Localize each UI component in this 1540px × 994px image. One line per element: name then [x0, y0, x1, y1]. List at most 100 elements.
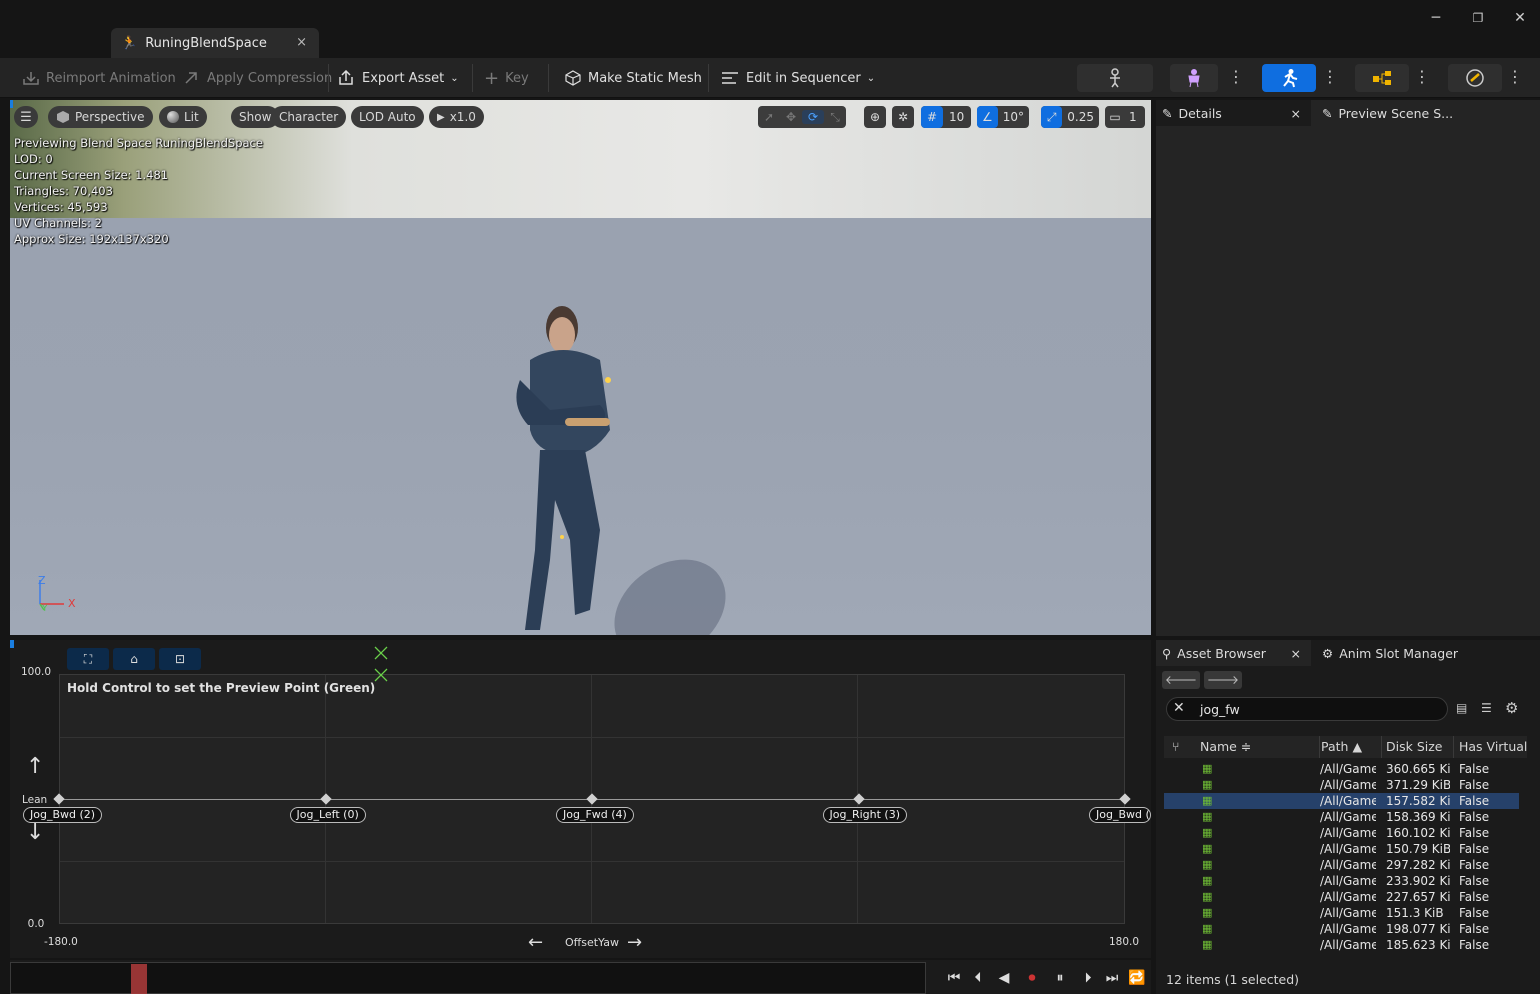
close-tab-icon[interactable]: × — [1291, 106, 1301, 121]
search-input[interactable]: ✕ jog_fw — [1166, 697, 1448, 721]
filter-icon[interactable]: ☰ — [1481, 701, 1492, 715]
asset-row[interactable]: ▦Jog_Fwd_Uphill/All/Game151.3 KiBFalse — [1164, 905, 1519, 921]
scale-tool-icon[interactable]: ⤡ — [824, 110, 846, 125]
slot-icon: ⚙ — [1322, 645, 1334, 661]
tab-anim-slot-manager[interactable]: ⚙ Anim Slot Manager — [1316, 640, 1536, 666]
timeline-scrubber[interactable] — [130, 964, 147, 994]
asset-row[interactable]: ▦Jog_Fwd_Pivot18/All/Game297.282 KiBFals… — [1164, 857, 1519, 873]
asset-row[interactable]: ▦Jog_Fwd_Stop_T/All/Game371.29 KiBFalse — [1164, 777, 1519, 793]
stat-line: Approx Size: 192x137x320 — [14, 232, 169, 246]
viewport-menu-button[interactable]: ☰ — [14, 106, 38, 128]
compression-icon — [185, 72, 197, 84]
chevron-down-icon: ⌄ — [866, 72, 876, 84]
column-has-virtualized[interactable]: Has Virtualiz — [1459, 739, 1527, 754]
perspective-button[interactable]: Perspective — [48, 106, 153, 128]
asset-row[interactable]: ▦Jog_Fwd_Start_T/All/Game360.665 KiBFals… — [1164, 761, 1519, 777]
preview-viewport[interactable]: ☰ Perspective Lit Show Character LOD Aut… — [10, 100, 1151, 635]
lod-button[interactable]: LOD Auto — [351, 106, 424, 128]
playback-speed-button[interactable]: ▶ x1.0 — [429, 106, 484, 128]
sample-label[interactable]: Jog_Left (0) — [289, 807, 366, 823]
preview-point-icon[interactable] — [374, 668, 388, 682]
sample-label[interactable]: Jog_Fwd (4) — [556, 807, 634, 823]
camera-speed-button[interactable]: ▭ 1 — [1105, 106, 1145, 128]
export-asset-button[interactable]: Export Asset ⌄ — [338, 66, 459, 90]
column-name[interactable]: Name ≑ — [1200, 739, 1251, 754]
skeletal-mesh-mode-button[interactable] — [1170, 64, 1218, 92]
grid-snap-toggle[interactable]: # 10 — [921, 106, 971, 128]
physics-mode-button[interactable] — [1448, 64, 1502, 92]
fit-view-button[interactable]: ⛶ — [67, 648, 109, 670]
more-options-icon[interactable]: ⋮ — [1507, 66, 1523, 90]
loop-icon[interactable]: 🔁 — [1127, 968, 1147, 988]
anim-asset-icon: ▦ — [1202, 858, 1213, 871]
close-window-icon[interactable]: ✕ — [1510, 8, 1530, 28]
skip-to-start-icon[interactable]: ⏮ — [944, 968, 964, 988]
document-tab[interactable]: 🏃 RuningBlendSpace × — [111, 28, 319, 58]
sample-label[interactable]: Jog_Right (3) — [822, 807, 908, 823]
record-icon[interactable]: ⏺ — [1022, 968, 1042, 988]
play-reverse-icon[interactable]: ◀ — [994, 968, 1014, 988]
triangulation-toggle-button[interactable]: ⌂ — [113, 648, 155, 670]
folder-icon[interactable]: ▤ — [1456, 701, 1467, 715]
maximize-icon[interactable]: ❐ — [1468, 8, 1488, 28]
asset-virtualized: False — [1459, 938, 1490, 952]
character-button[interactable]: Character — [271, 106, 347, 128]
clear-search-icon[interactable]: ✕ — [1173, 700, 1185, 716]
more-options-icon[interactable]: ⋮ — [1228, 66, 1244, 90]
scale-snap-icon: ⤢ — [1041, 106, 1063, 128]
blueprint-mode-button[interactable] — [1355, 64, 1409, 92]
reimport-icon — [23, 72, 39, 85]
step-forward-icon[interactable]: ⏵ — [1078, 968, 1098, 988]
rotate-tool-icon[interactable]: ⟳ — [802, 110, 824, 124]
key-button[interactable]: + Key — [484, 66, 529, 90]
zoom-fit-button[interactable]: ⊡ — [159, 648, 201, 670]
column-path[interactable]: Path ▲ — [1321, 739, 1362, 754]
static-mesh-icon — [565, 70, 581, 86]
surface-snap-icon[interactable]: ✲ — [892, 106, 914, 128]
scale-snap-toggle[interactable]: ⤢ 0.25 — [1041, 106, 1099, 128]
animation-mode-button[interactable] — [1262, 64, 1316, 92]
asset-row[interactable]: ▦Jog_Fwd_Stop/All/Game227.657 KiBFalse — [1164, 889, 1519, 905]
column-disk-size[interactable]: Disk Size — [1386, 739, 1442, 754]
step-back-icon[interactable]: ⏴ — [968, 968, 988, 988]
close-tab-icon[interactable]: × — [1291, 646, 1301, 661]
apply-compression-button[interactable]: Apply Compression — [183, 66, 332, 90]
move-tool-icon[interactable]: ✥ — [780, 110, 802, 124]
forward-arrow-icon[interactable]: 🡒 — [1204, 671, 1242, 689]
tab-details[interactable]: ✎ Details × — [1156, 100, 1311, 126]
tab-asset-browser[interactable]: ⚲ Asset Browser × — [1156, 640, 1311, 666]
settings-gear-icon[interactable]: ⚙ — [1505, 699, 1518, 717]
asset-row[interactable]: ▦Jog_FwdToBwd_/All/Game185.623 KiBFalse — [1164, 937, 1519, 953]
y-axis-max: 100.0 — [20, 666, 52, 678]
more-options-icon[interactable]: ⋮ — [1322, 66, 1338, 90]
make-static-mesh-button[interactable]: Make Static Mesh — [564, 66, 702, 90]
select-tool-icon[interactable]: ➚ — [758, 110, 780, 124]
preview-point-icon[interactable] — [374, 646, 388, 660]
reimport-animation-button[interactable]: Reimport Animation — [22, 66, 176, 90]
edit-in-sequencer-button[interactable]: Edit in Sequencer ⌄ — [720, 66, 875, 90]
asset-row[interactable]: ▦Jog_Fwd_Circle_/All/Game158.369 KiBFals… — [1164, 809, 1519, 825]
anim-asset-icon: ▦ — [1202, 826, 1213, 839]
timeline-track[interactable] — [10, 962, 926, 994]
axis-x-label: X — [68, 597, 76, 610]
pause-icon[interactable]: ⏸ — [1050, 968, 1070, 988]
source-control-icon[interactable]: ⑂ — [1172, 739, 1180, 754]
asset-row[interactable]: ▦Jog_Fwd_Start/All/Game233.902 KiBFalse — [1164, 873, 1519, 889]
angle-snap-toggle[interactable]: ∠ 10° — [977, 106, 1029, 128]
asset-row[interactable]: ▦Jog_FwdToBwd_/All/Game198.077 KiBFalse — [1164, 921, 1519, 937]
more-options-icon[interactable]: ⋮ — [1414, 66, 1430, 90]
skip-to-end-icon[interactable]: ⏭ — [1102, 968, 1122, 988]
stat-line: UV Channels: 2 — [14, 216, 102, 230]
sample-label[interactable]: Jog_Bwd (1 — [1089, 807, 1151, 823]
back-arrow-icon[interactable]: 🡐 — [1162, 671, 1200, 689]
blendspace-editor[interactable]: ⛶ ⌂ ⊡ 100.0 0.0 Hold Control to set the … — [10, 640, 1151, 958]
asset-row[interactable]: ▦Jog_Fwd_Circle_/All/Game160.102 KiBFals… — [1164, 825, 1519, 841]
lit-button[interactable]: Lit — [159, 106, 207, 128]
minimize-icon[interactable]: ─ — [1426, 8, 1446, 28]
skeleton-mode-button[interactable] — [1077, 64, 1153, 92]
asset-row[interactable]: ▦Jog_Fwd_Downh/All/Game150.79 KiBFalse — [1164, 841, 1519, 857]
world-space-icon[interactable]: ⊕ — [864, 106, 886, 128]
close-tab-icon[interactable]: × — [296, 35, 307, 50]
asset-row[interactable]: ▦Jog_Fwd/All/Game157.582 KiBFalse — [1164, 793, 1519, 809]
tab-preview-scene-settings[interactable]: ✎ Preview Scene S... — [1316, 100, 1536, 126]
